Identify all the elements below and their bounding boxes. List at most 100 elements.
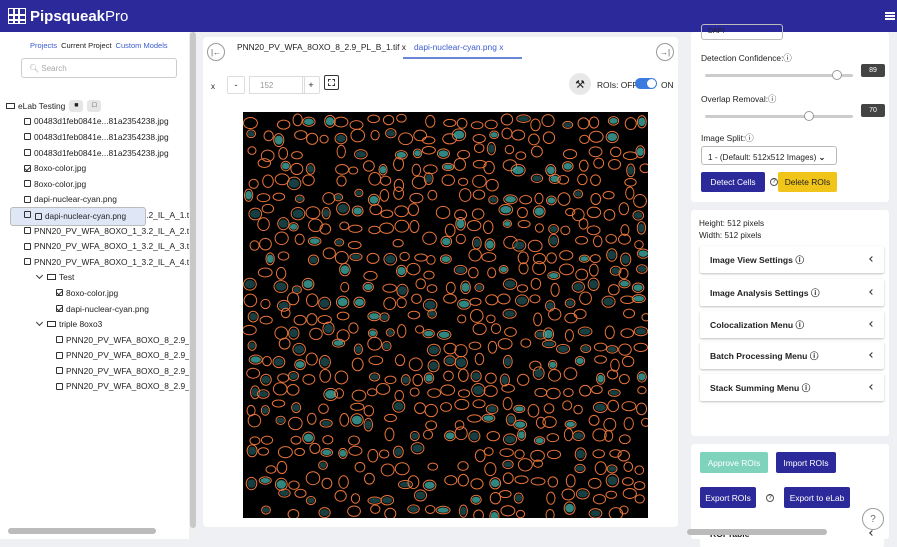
roi-ellipse[interactable] bbox=[249, 436, 261, 446]
roi-ellipse[interactable] bbox=[484, 462, 497, 477]
roi-ellipse[interactable] bbox=[309, 327, 323, 341]
checkbox[interactable] bbox=[56, 382, 63, 390]
checkbox[interactable] bbox=[56, 336, 63, 344]
roi-ellipse[interactable] bbox=[408, 357, 423, 372]
roi-ellipse[interactable] bbox=[633, 481, 646, 491]
roi-ellipse[interactable] bbox=[379, 175, 392, 186]
roi-ellipse[interactable] bbox=[519, 195, 533, 205]
roi-ellipse[interactable] bbox=[607, 399, 620, 413]
roi-ellipse[interactable] bbox=[277, 446, 293, 459]
roi-ellipse[interactable] bbox=[394, 354, 406, 367]
roi-ellipse[interactable] bbox=[457, 389, 471, 398]
roi-ellipse[interactable] bbox=[469, 297, 482, 306]
roi-ellipse[interactable] bbox=[474, 352, 485, 366]
roi-ellipse[interactable] bbox=[333, 116, 349, 128]
roi-ellipse[interactable] bbox=[593, 342, 608, 352]
roi-ellipse[interactable] bbox=[409, 192, 424, 204]
rois-toggle[interactable] bbox=[635, 78, 657, 89]
roi-ellipse[interactable] bbox=[366, 388, 378, 397]
roi-ellipse[interactable] bbox=[396, 297, 407, 309]
zoom-input[interactable]: 152 bbox=[249, 76, 305, 94]
roi-ellipse[interactable] bbox=[573, 404, 583, 415]
roi-ellipse[interactable] bbox=[514, 449, 525, 460]
roi-ellipse[interactable] bbox=[412, 373, 424, 387]
roi-ellipse[interactable] bbox=[444, 475, 458, 486]
roi-ellipse[interactable] bbox=[468, 267, 479, 279]
roi-ellipse[interactable] bbox=[579, 134, 590, 144]
roi-ellipse[interactable] bbox=[260, 435, 274, 445]
roi-ellipse[interactable] bbox=[457, 473, 469, 487]
roi-ellipse[interactable] bbox=[382, 114, 395, 126]
roi-ellipse[interactable] bbox=[243, 117, 258, 130]
roi-ellipse[interactable] bbox=[530, 118, 541, 132]
roi-ellipse[interactable] bbox=[288, 480, 300, 490]
roi-ellipse[interactable] bbox=[459, 188, 472, 202]
roi-ellipse[interactable] bbox=[246, 367, 261, 379]
roi-ellipse[interactable] bbox=[501, 127, 513, 140]
roi-ellipse[interactable] bbox=[407, 203, 420, 217]
roi-ellipse[interactable] bbox=[483, 160, 495, 175]
roi-ellipse[interactable] bbox=[557, 192, 571, 206]
roi-ellipse[interactable] bbox=[454, 420, 465, 431]
roi-ellipse[interactable] bbox=[306, 412, 317, 425]
roi-ellipse[interactable] bbox=[622, 487, 637, 499]
roi-ellipse[interactable] bbox=[527, 404, 540, 418]
help-icon[interactable]: ? bbox=[766, 494, 774, 502]
roi-ellipse[interactable] bbox=[384, 413, 397, 423]
roi-ellipse[interactable] bbox=[592, 235, 603, 248]
tools-icon[interactable]: ⚒ bbox=[569, 73, 591, 95]
roi-ellipse[interactable] bbox=[425, 420, 438, 431]
roi-ellipse[interactable] bbox=[334, 250, 349, 265]
roi-ellipse[interactable] bbox=[271, 399, 286, 408]
roi-ellipse[interactable] bbox=[485, 294, 499, 306]
roi-ellipse[interactable] bbox=[348, 224, 363, 233]
roi-ellipse[interactable] bbox=[347, 241, 362, 250]
roi-ellipse[interactable] bbox=[409, 387, 420, 397]
roi-ellipse[interactable] bbox=[280, 307, 291, 319]
collapse-right-icon[interactable]: →| bbox=[656, 43, 674, 61]
roi-ellipse[interactable] bbox=[591, 385, 603, 395]
approve-rois-button[interactable]: Approve ROIs bbox=[700, 452, 768, 473]
checkbox[interactable] bbox=[56, 305, 63, 313]
roi-ellipse[interactable] bbox=[384, 375, 397, 385]
tree-root-folder[interactable]: eLab Testing ■ □ bbox=[0, 98, 197, 114]
roi-ellipse[interactable] bbox=[306, 293, 319, 308]
roi-ellipse[interactable] bbox=[347, 505, 361, 517]
roi-ellipse[interactable] bbox=[257, 267, 273, 278]
roi-ellipse[interactable] bbox=[473, 143, 485, 154]
roi-ellipse[interactable] bbox=[379, 189, 390, 202]
roi-ellipse[interactable] bbox=[457, 149, 471, 160]
roi-ellipse[interactable] bbox=[443, 342, 457, 355]
roi-ellipse[interactable] bbox=[350, 128, 366, 143]
help-icon[interactable]: ⓘ bbox=[811, 287, 820, 299]
roi-ellipse[interactable] bbox=[606, 369, 619, 380]
roi-ellipse[interactable] bbox=[423, 164, 438, 175]
roi-ellipse[interactable] bbox=[588, 477, 602, 489]
overlap-removal-slider[interactable] bbox=[705, 111, 853, 121]
roi-ellipse[interactable] bbox=[454, 344, 468, 358]
roi-ellipse[interactable] bbox=[517, 251, 529, 265]
roi-ellipse[interactable] bbox=[588, 263, 599, 277]
roi-ellipse[interactable] bbox=[604, 325, 615, 340]
roi-ellipse[interactable] bbox=[456, 117, 468, 129]
roi-ellipse[interactable] bbox=[440, 384, 456, 396]
checkbox[interactable] bbox=[24, 227, 31, 235]
roi-ellipse[interactable] bbox=[602, 190, 615, 200]
roi-ellipse[interactable] bbox=[548, 369, 562, 382]
roi-ellipse[interactable] bbox=[575, 236, 589, 245]
roi-ellipse[interactable] bbox=[384, 507, 397, 518]
roi-ellipse[interactable] bbox=[486, 431, 501, 442]
roi-ellipse[interactable] bbox=[530, 277, 542, 290]
roi-ellipse[interactable] bbox=[293, 314, 307, 326]
roi-ellipse[interactable] bbox=[319, 134, 329, 144]
roi-ellipse[interactable] bbox=[458, 368, 469, 382]
roi-ellipse[interactable] bbox=[294, 233, 305, 245]
roi-ellipse[interactable] bbox=[290, 435, 302, 445]
roi-ellipse[interactable] bbox=[527, 239, 543, 253]
roi-ellipse[interactable] bbox=[286, 384, 300, 396]
roi-ellipse[interactable] bbox=[618, 434, 631, 445]
roi-ellipse[interactable] bbox=[247, 146, 257, 155]
help-icon[interactable]: ⓘ bbox=[745, 133, 753, 143]
roi-ellipse[interactable] bbox=[472, 174, 487, 188]
roi-ellipse[interactable] bbox=[579, 384, 592, 397]
